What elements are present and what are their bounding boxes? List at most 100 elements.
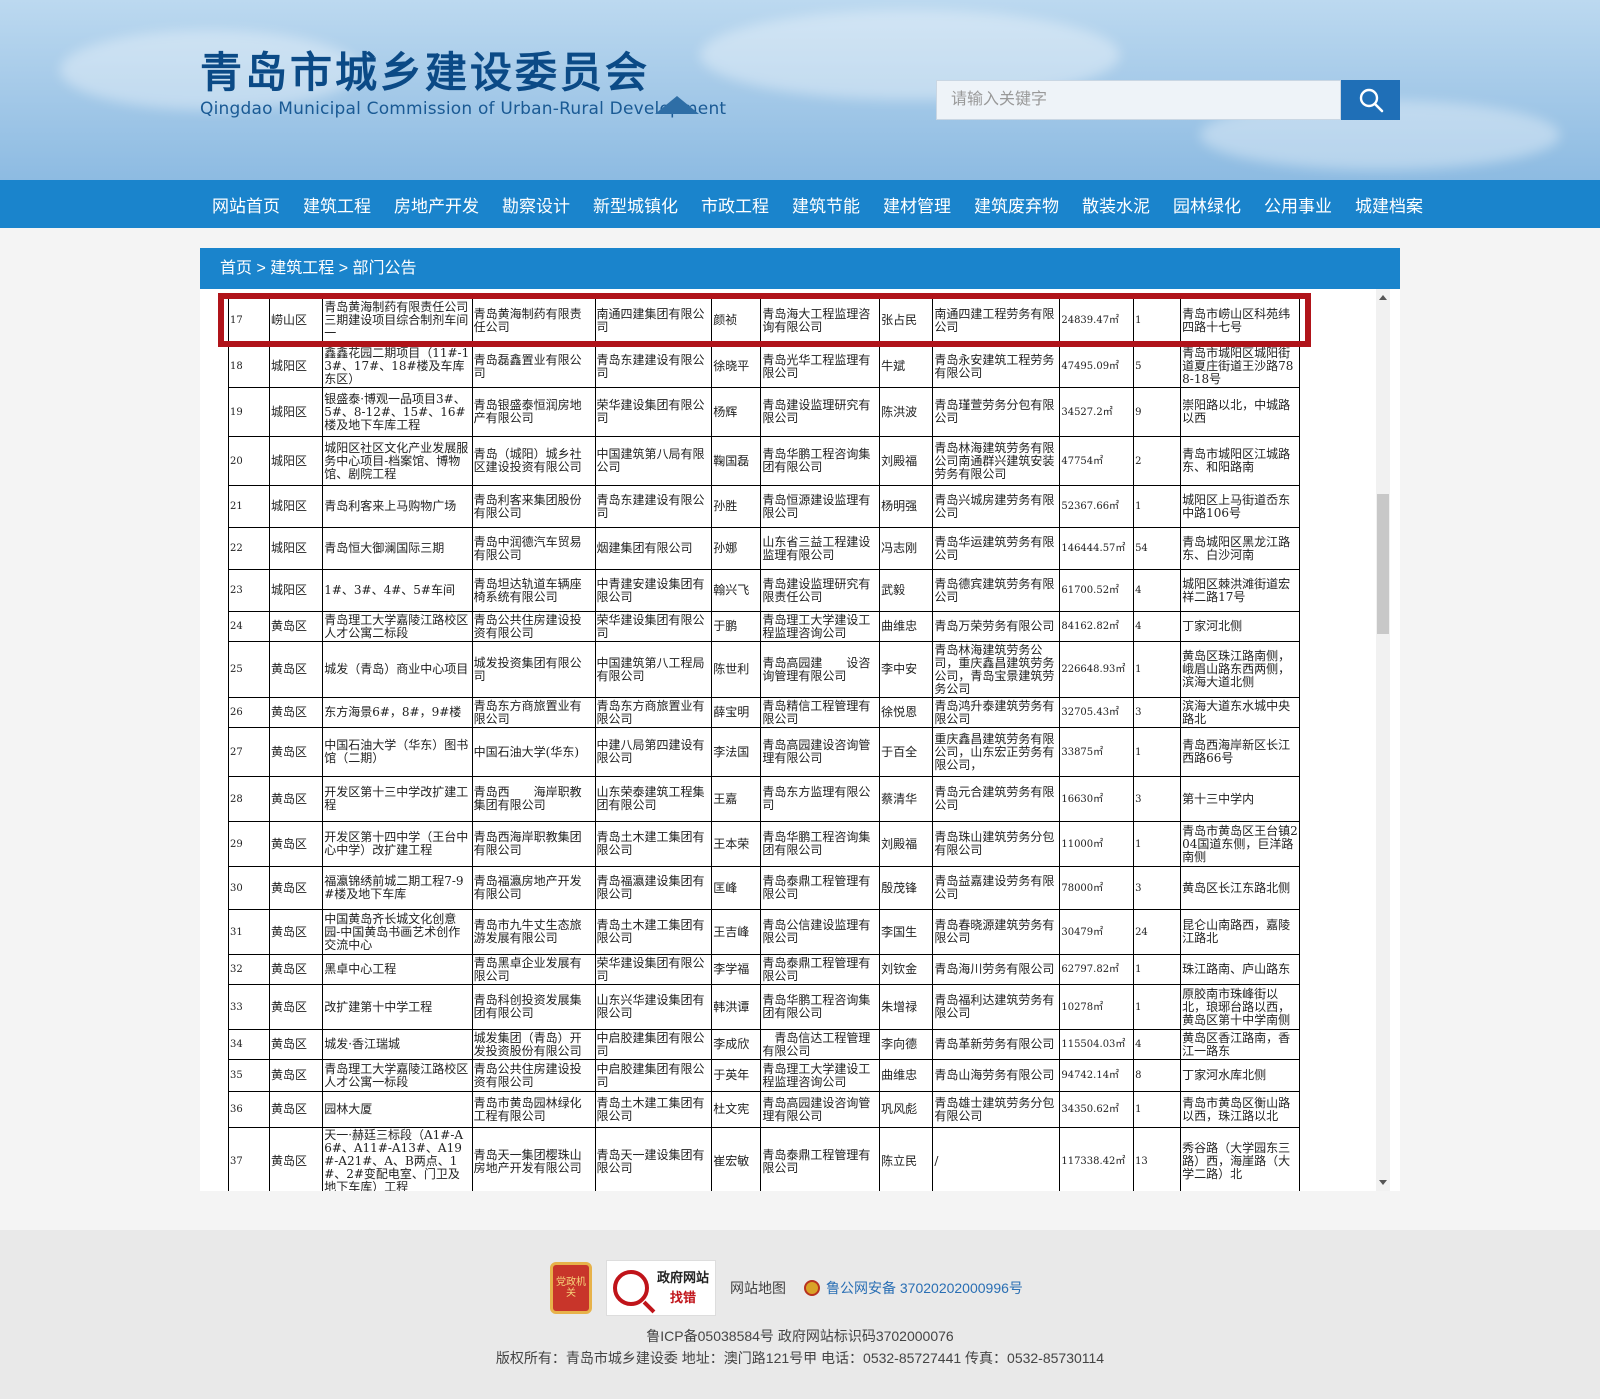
nav-item[interactable]: 建筑节能 [792, 192, 860, 217]
scroll-thumb[interactable] [1377, 494, 1389, 634]
scroll-down-icon[interactable] [1379, 1180, 1387, 1185]
party-govt-badge-icon[interactable]: 党政机关 [550, 1262, 592, 1314]
nav-item[interactable]: 散装水泥 [1082, 192, 1150, 217]
nav-item[interactable]: 公用事业 [1264, 192, 1332, 217]
cell-address: 青岛市黄岛区衡山路以西，珠江路以北 [1180, 1091, 1300, 1128]
breadcrumb-home[interactable]: 首页 [220, 260, 252, 277]
cell-developer: 城发投资集团有限公司 [471, 641, 596, 698]
cell-supervisor: 青岛华鹏工程咨询集团有限公司 [760, 984, 881, 1030]
nav-item[interactable]: 新型城镇化 [593, 192, 678, 217]
cell-chief-supervisor: 陈立民 [879, 1127, 934, 1191]
cell-project-manager: 薛宝明 [711, 697, 762, 728]
cell-project-name: 改扩建第十中学工程 [322, 984, 473, 1030]
cell-developer: 青岛市九牛丈生态旅游发展有限公司 [471, 909, 596, 955]
cell-developer: 青岛东方商旅置业有限公司 [471, 697, 596, 728]
table-row: 33 黄岛区 改扩建第十中学工程 青岛科创投资发展集团有限公司 山东兴华建设集团有限公司… [228, 984, 1300, 1030]
cell-project-manager: 陈世利 [711, 641, 762, 698]
table-row: 28 黄岛区 开发区第十三中学改扩建工程 青岛西 海岸职教集团有限公司 山东荣泰建筑工程… [228, 776, 1300, 822]
cell-district: 黄岛区 [268, 697, 324, 728]
cell-row-number: 28 [228, 776, 270, 822]
nav-item[interactable]: 建筑废弃物 [974, 192, 1059, 217]
nav-item[interactable]: 城建档案 [1355, 192, 1423, 217]
search-button[interactable] [1341, 80, 1400, 120]
scrollbar[interactable] [1376, 289, 1390, 1191]
nav-item[interactable]: 建材管理 [883, 192, 951, 217]
cell-labor-company: 青岛华运建筑劳务有限公司 [932, 527, 1061, 570]
document-viewer[interactable]: 17 崂山区 青岛黄海制药有限责任公司三期建设项目综合制剂车间一 青岛黄海制药有限责任… [200, 289, 1400, 1191]
table-row: 34 黄岛区 城发·香江瑞城 城发集团（青岛）开发投资股份有限公司 中启胶建集团有限公司… [228, 1029, 1300, 1060]
cell-project-name: 天一·赫廷三标段（A1#-A6#、A11#-A13#、A19#-A21#、A、B… [322, 1127, 473, 1191]
cell-contractor: 中建八局第四建设有限公司 [594, 727, 713, 777]
cell-labor-company: 青岛鸿升泰建筑劳务有限公司 [932, 697, 1061, 728]
cell-district: 崂山区 [268, 295, 324, 346]
cell-row-number: 32 [228, 954, 270, 985]
cell-row-number: 34 [228, 1029, 270, 1060]
cell-district: 黄岛区 [268, 821, 324, 867]
cell-row-number: 23 [228, 569, 270, 612]
breadcrumb-section[interactable]: 建筑工程 [270, 260, 334, 277]
police-record-text[interactable]: 鲁公网安备 37020202000996号 [826, 1278, 1023, 1298]
cell-floor-area: 62797.82㎡ [1059, 954, 1135, 985]
cell-floor-area: 47754㎡ [1059, 436, 1135, 486]
table-row: 22 城阳区 青岛恒大御澜国际三期 青岛中润德汽车贸易有限公司 烟建集团有限公司 孙娜 山东… [228, 527, 1300, 570]
table-row: 25 黄岛区 城发（青岛）商业中心项目 城发投资集团有限公司 中国建筑第八工程局有限公司… [228, 641, 1300, 698]
cell-units: 1 [1133, 821, 1182, 867]
cell-units: 3 [1133, 776, 1182, 822]
cell-contractor: 荣华建设集团有限公司 [594, 387, 713, 437]
site-logo[interactable]: 青岛市城乡建设委员会 Qingdao Municipal Commission … [200, 48, 726, 120]
cell-units: 24 [1133, 909, 1182, 955]
cell-district: 黄岛区 [268, 954, 324, 985]
cell-contractor: 青岛东方商旅置业有限公司 [594, 697, 713, 728]
cell-contractor: 荣华建设集团有限公司 [594, 954, 713, 985]
report-error-button[interactable]: 政府网站 找错 [606, 1260, 716, 1316]
cell-supervisor: 青岛理工大学建设工程监理咨询公司 [760, 1059, 881, 1092]
cell-contractor: 青岛东建建设有限公司 [594, 485, 713, 528]
cell-address: 滨海大道东水城中央路北 [1180, 697, 1300, 728]
cell-row-number: 33 [228, 984, 270, 1030]
nav-item[interactable]: 网站首页 [212, 192, 280, 217]
cell-project-name: 开发区第十四中学（王台中心中学）改扩建工程 [322, 821, 473, 867]
search-input[interactable] [936, 80, 1341, 120]
cell-chief-supervisor: 徐悦恩 [879, 697, 934, 728]
cell-labor-company: 青岛德宾建筑劳务有限公司 [932, 569, 1061, 612]
cell-project-manager: 崔宏敏 [711, 1127, 762, 1191]
sitemap-link[interactable]: 网站地图 [730, 1278, 786, 1298]
cell-labor-company: 青岛珠山建筑劳务分包有限公司 [932, 821, 1061, 867]
cell-units: 4 [1133, 1029, 1182, 1060]
cell-supervisor: 青岛海大工程监理咨询有限公司 [760, 295, 881, 346]
cell-row-number: 29 [228, 821, 270, 867]
search-icon [1359, 88, 1383, 113]
cell-project-manager: 徐晓平 [711, 345, 762, 388]
cell-row-number: 37 [228, 1127, 270, 1191]
cell-chief-supervisor: 巩风彪 [879, 1091, 934, 1128]
cell-project-name: 银盛泰·博观一品项目3#、5#、8-12#、15#、16#楼及地下车库工程 [322, 387, 473, 437]
cell-contractor: 中青建安建设集团有限公司 [594, 569, 713, 612]
cell-district: 黄岛区 [268, 611, 324, 642]
table-row: 30 黄岛区 福瀛锦绣前城二期工程7-9#楼及地下车库 青岛福瀛房地产开发有限公司 青岛… [228, 866, 1300, 910]
cell-floor-area: 115504.03㎡ [1059, 1029, 1135, 1060]
nav-item[interactable]: 园林绿化 [1173, 192, 1241, 217]
scroll-up-icon[interactable] [1379, 295, 1387, 300]
cell-project-name: 城发·香江瑞城 [322, 1029, 473, 1060]
nav-item[interactable]: 勘察设计 [502, 192, 570, 217]
nav-item[interactable]: 市政工程 [701, 192, 769, 217]
cell-supervisor: 山东省三益工程建设监理有限公司 [760, 527, 881, 570]
cell-supervisor: 青岛高园建设咨询管理有限公司 [760, 1091, 881, 1128]
cell-supervisor: 青岛泰鼎工程管理有限公司 [760, 954, 881, 985]
cell-contractor: 荣华建设集团有限公司 [594, 611, 713, 642]
cell-floor-area: 61700.52㎡ [1059, 569, 1135, 612]
cell-address: 原胶南市珠峰街以北，琅琊台路以西，黄岛区第十中学南侧 [1180, 984, 1300, 1030]
cell-project-manager: 韩洪谭 [711, 984, 762, 1030]
cell-supervisor: 青岛东方监理有限公司 [760, 776, 881, 822]
cell-developer: 青岛公共住房建设投资有限公司 [471, 611, 596, 642]
nav-item[interactable]: 建筑工程 [303, 192, 371, 217]
police-record[interactable]: 鲁公网安备 37020202000996号 [804, 1278, 1023, 1298]
cell-developer: 青岛西 海岸职教集团有限公司 [471, 776, 596, 822]
logo-chinese: 青岛市城乡建设委员会 [200, 48, 651, 97]
table-row: 35 黄岛区 青岛理工大学嘉陵江路校区人才公寓一标段 青岛公共住房建设投资有限公司 中启… [228, 1059, 1300, 1092]
cell-row-number: 21 [228, 485, 270, 528]
nav-item[interactable]: 房地产开发 [394, 192, 479, 217]
cell-address: 城阳区上马街道岙东中路106号 [1180, 485, 1300, 528]
cell-supervisor: 青岛华鹏工程咨询集团有限公司 [760, 821, 881, 867]
cell-address: 城阳区棘洪滩街道宏祥二路17号 [1180, 569, 1300, 612]
